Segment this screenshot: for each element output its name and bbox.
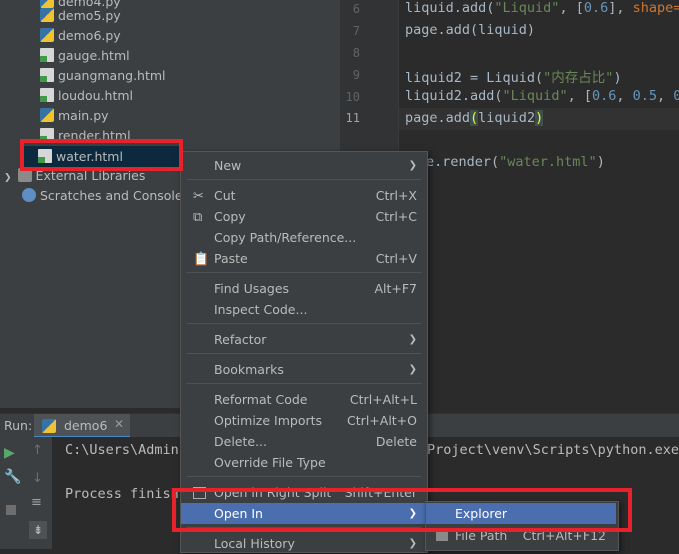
tree-item-gauge[interactable]: gauge.html	[40, 46, 130, 66]
console-line-command-path: Project\venv\Scripts\python.exe	[427, 442, 679, 458]
code-line-10[interactable]: liquid2.add("Liquid", [0.6, 0.5, 0	[405, 88, 679, 104]
tree-item-demo6[interactable]: demo6.py	[40, 26, 121, 46]
chevron-right-icon[interactable]: ❯	[4, 173, 12, 183]
chevron-right-icon: ❯	[408, 538, 417, 549]
python-file-icon	[40, 8, 54, 22]
chevron-right-icon: ❯	[408, 334, 417, 345]
menu-item-local-history[interactable]: Local History ❯	[181, 533, 427, 554]
menu-item-new[interactable]: New ❯	[181, 155, 427, 176]
scratches-icon	[22, 188, 36, 202]
run-toolbar: ▶ ↑ 🔧 ↓ ≡ ⇟	[0, 437, 52, 549]
chevron-right-icon: ❯	[408, 364, 417, 375]
tree-item-loudou[interactable]: loudou.html	[40, 86, 133, 106]
line-number-current: 11	[345, 111, 360, 125]
line-number: 8	[352, 46, 360, 60]
code-line-9[interactable]: liquid2 = Liquid("内存占比")	[405, 66, 622, 86]
scissors-icon: ✂	[193, 189, 204, 204]
menu-item-bookmarks[interactable]: Bookmarks ❯	[181, 359, 427, 380]
stop-icon[interactable]	[6, 505, 16, 515]
python-file-icon	[40, 28, 54, 42]
annotation-box-open-in	[172, 488, 632, 532]
menu-separator	[187, 272, 421, 273]
arrow-down-icon[interactable]: ↓	[32, 471, 43, 486]
menu-item-reformat-code[interactable]: Reformat Code Ctrl+Alt+L	[181, 389, 427, 410]
python-file-icon	[40, 108, 54, 122]
menu-item-copy[interactable]: ⧉ Copy Ctrl+C	[181, 206, 427, 227]
close-icon[interactable]: ✕	[114, 417, 124, 431]
code-line-13[interactable]: e.render("water.html")	[426, 154, 605, 170]
arrow-up-icon[interactable]: ↑	[32, 443, 43, 458]
tree-item-scratches[interactable]: Scratches and Consoles	[22, 186, 189, 206]
menu-item-copy-path[interactable]: Copy Path/Reference...	[181, 227, 427, 248]
menu-item-optimize-imports[interactable]: Optimize Imports Ctrl+Alt+O	[181, 410, 427, 431]
run-label: Run:	[4, 418, 33, 433]
code-line-7[interactable]: page.add(liquid)	[405, 22, 535, 38]
line-number: 10	[345, 90, 360, 104]
chevron-right-icon: ❯	[408, 160, 417, 171]
folder-icon	[436, 531, 448, 541]
menu-separator	[187, 353, 421, 354]
code-line-11[interactable]: page.add(liquid2)	[405, 110, 544, 126]
menu-item-cut[interactable]: ✂ Cut Ctrl+X	[181, 185, 427, 206]
run-tab-demo6[interactable]: demo6 ✕	[34, 414, 130, 438]
code-line-6[interactable]: liquid.add("Liquid", [0.6], shape=	[405, 0, 679, 16]
menu-item-inspect-code[interactable]: Inspect Code...	[181, 299, 427, 320]
menu-item-delete[interactable]: Delete... Delete	[181, 431, 427, 452]
console-line-command: C:\Users\Admin	[65, 442, 179, 458]
console-line-process: Process finish	[65, 486, 179, 502]
menu-separator	[187, 476, 421, 477]
tree-item-demo5[interactable]: demo5.py	[40, 6, 121, 26]
menu-separator	[187, 323, 421, 324]
html-file-icon	[40, 88, 54, 102]
paste-icon: 📋	[193, 252, 210, 267]
menu-item-find-usages[interactable]: Find Usages Alt+F7	[181, 278, 427, 299]
html-file-icon	[40, 68, 54, 82]
menu-separator	[187, 383, 421, 384]
tree-item-guangmang[interactable]: guangmang.html	[40, 66, 166, 86]
soft-wrap-icon[interactable]: ≡	[31, 495, 42, 510]
tree-item-main[interactable]: main.py	[40, 106, 109, 126]
line-number: 7	[352, 24, 360, 38]
wrench-icon[interactable]: 🔧	[4, 469, 21, 485]
python-file-icon	[42, 419, 56, 433]
menu-item-paste[interactable]: 📋 Paste Ctrl+V	[181, 248, 427, 269]
line-number: 9	[352, 68, 360, 82]
menu-separator	[187, 179, 421, 180]
rerun-icon[interactable]: ▶	[4, 445, 15, 461]
line-number: 6	[352, 2, 360, 16]
scroll-to-end-icon[interactable]: ⇟	[29, 521, 47, 539]
copy-icon: ⧉	[193, 210, 203, 225]
annotation-box-water-html	[20, 139, 183, 171]
menu-item-refactor[interactable]: Refactor ❯	[181, 329, 427, 350]
html-file-icon	[40, 48, 54, 62]
menu-item-override-file-type[interactable]: Override File Type	[181, 452, 427, 473]
